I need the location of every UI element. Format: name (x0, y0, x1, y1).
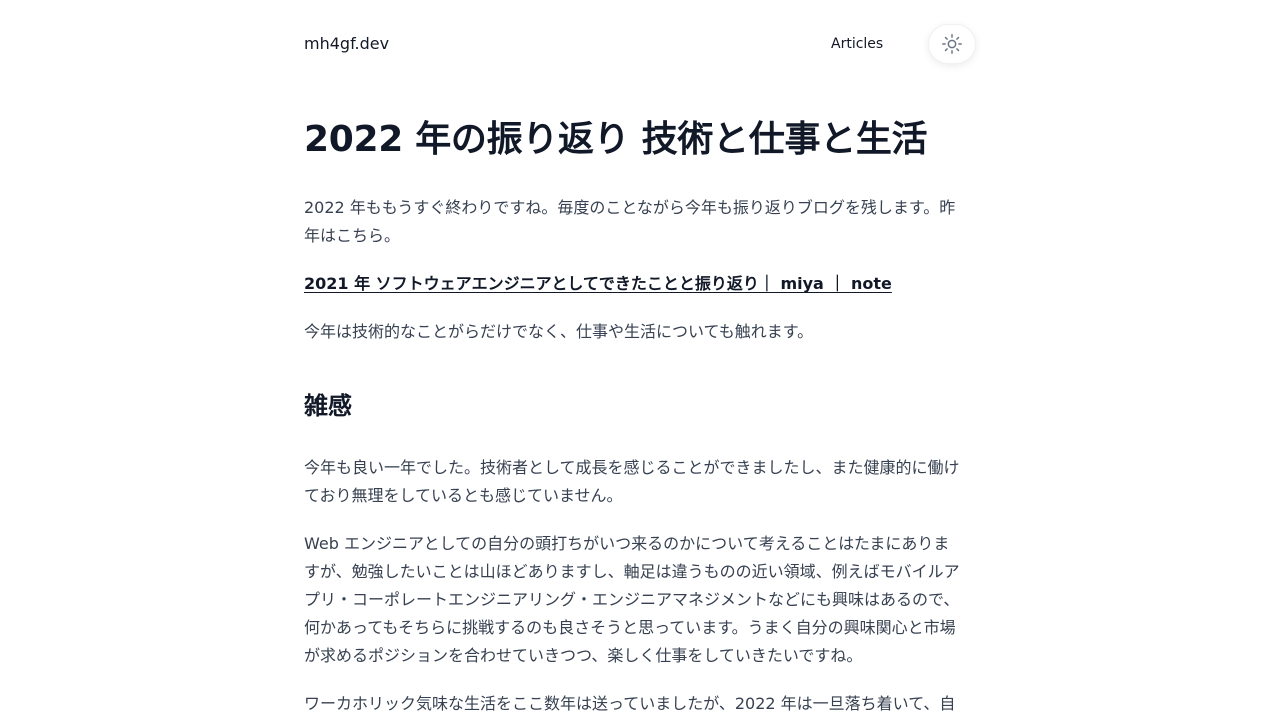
section-paragraph: ワーカホリック気味な生活をここ数年は送っていましたが、2022 年は一旦落ち着い… (304, 694, 956, 713)
section-paragraph: Web エンジニアとしての自分の頭打ちがいつ来るのかについて考えることはたまにあ… (304, 534, 960, 665)
previous-year-link-paragraph: 2021 年 ソフトウェアエンジニアとしてできたことと振り返り｜ miya ｜ … (304, 270, 960, 298)
theme-toggle-button[interactable] (928, 24, 976, 64)
site-title-link[interactable]: mh4gf.dev (304, 33, 389, 55)
article-title: 2022 年の振り返り 技術と仕事と生活 (304, 119, 928, 160)
nav-articles-link[interactable]: Articles (831, 34, 883, 54)
intro-paragraph: 2022 年ももうすぐ終わりですね。毎度のことながら今年も振り返りブログを残しま… (304, 198, 956, 245)
previous-year-article-link[interactable]: 2021 年 ソフトウェアエンジニアとしてできたことと振り返り｜ miya ｜ … (304, 274, 892, 293)
article: 2022 年の振り返り 技術と仕事と生活 2022 年ももうすぐ終わりですね。毎… (304, 112, 960, 718)
section-heading-impressions: 雑感 (304, 392, 352, 420)
tech-life-paragraph: 今年は技術的なことがらだけでなく、仕事や生活についても触れます。 (304, 322, 814, 341)
section-paragraph: 今年も良い一年でした。技術者として成長を感じることができましたし、また健康的に働… (304, 458, 960, 505)
sun-icon (941, 33, 963, 55)
